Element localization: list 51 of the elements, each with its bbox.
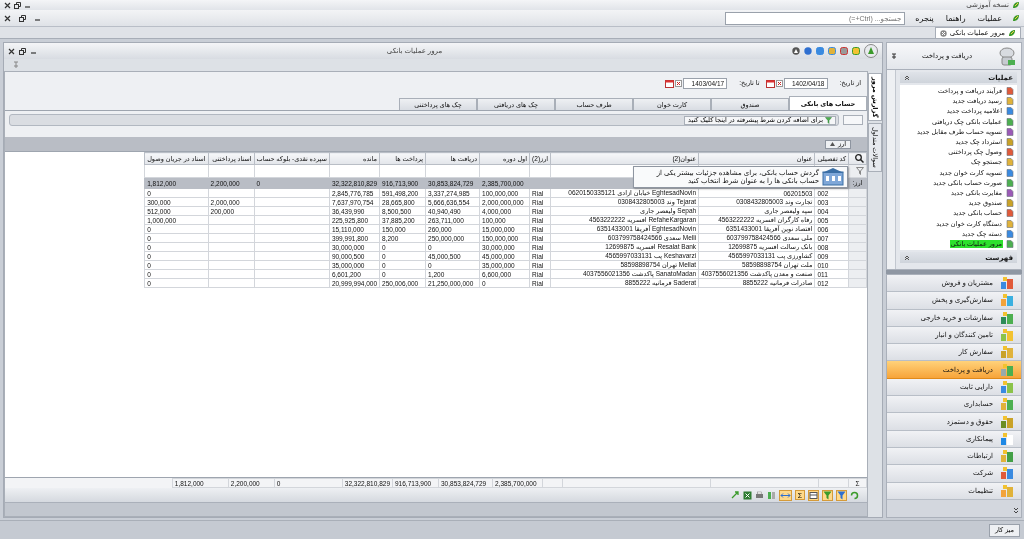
close-icon[interactable] — [4, 14, 11, 22]
search-icon[interactable] — [855, 154, 864, 163]
blocks-icon — [1001, 380, 1013, 393]
calendar-icon[interactable] — [665, 78, 675, 88]
compass-icon[interactable] — [792, 47, 800, 55]
blocks-icon — [1001, 415, 1013, 428]
printer-icon[interactable] — [754, 490, 764, 500]
blocks-icon — [1001, 432, 1013, 445]
export-icon[interactable] — [730, 490, 740, 500]
filter-icon[interactable] — [856, 167, 864, 175]
menu-item[interactable]: پنجره — [913, 13, 936, 23]
collapse-icon[interactable] — [904, 254, 910, 261]
close-icon[interactable] — [4, 1, 11, 9]
blocks-icon — [1001, 467, 1013, 480]
blocks-icon — [1001, 346, 1013, 359]
expand-button[interactable] — [778, 489, 792, 501]
columns-icon — [809, 490, 818, 500]
blocks-icon — [1001, 294, 1013, 307]
blocks-icon — [1001, 450, 1013, 463]
leaf-icon — [1012, 1, 1020, 9]
clear-icon[interactable] — [675, 79, 683, 87]
blocks-icon — [1001, 277, 1013, 290]
scrollbar[interactable] — [887, 70, 896, 269]
chevron-icon[interactable] — [1013, 507, 1019, 515]
blocks-icon — [1001, 484, 1013, 497]
restore-icon[interactable] — [19, 14, 26, 22]
restore-icon[interactable] — [14, 1, 21, 9]
clear-icon[interactable] — [775, 79, 783, 87]
sort-icon — [829, 142, 835, 146]
close-icon[interactable] — [8, 47, 15, 55]
condition-box[interactable] — [843, 115, 863, 125]
blocks-icon — [1001, 329, 1013, 342]
arrows-icon — [779, 490, 791, 500]
blocks-icon — [1001, 398, 1013, 411]
columns-button[interactable] — [808, 489, 819, 501]
menu-item[interactable]: راهنما — [943, 13, 968, 23]
filter-icon — [825, 116, 832, 124]
restore-icon[interactable] — [19, 47, 26, 55]
leaf-icon — [1008, 29, 1016, 37]
filter-button[interactable] — [822, 489, 833, 501]
blocks-icon — [1001, 311, 1013, 324]
columns-icon[interactable] — [766, 490, 776, 500]
pin-icon[interactable] — [891, 52, 897, 60]
filter-button[interactable] — [836, 489, 847, 501]
calendar-icon[interactable] — [765, 78, 775, 88]
leaf-icon — [1012, 14, 1020, 22]
spreadsheet-icon[interactable] — [742, 490, 752, 500]
collapse-icon[interactable] — [904, 74, 910, 81]
blocks-icon — [1001, 363, 1013, 376]
mascot-icon — [997, 46, 1017, 66]
menu-item[interactable]: عملیات — [975, 13, 1004, 23]
